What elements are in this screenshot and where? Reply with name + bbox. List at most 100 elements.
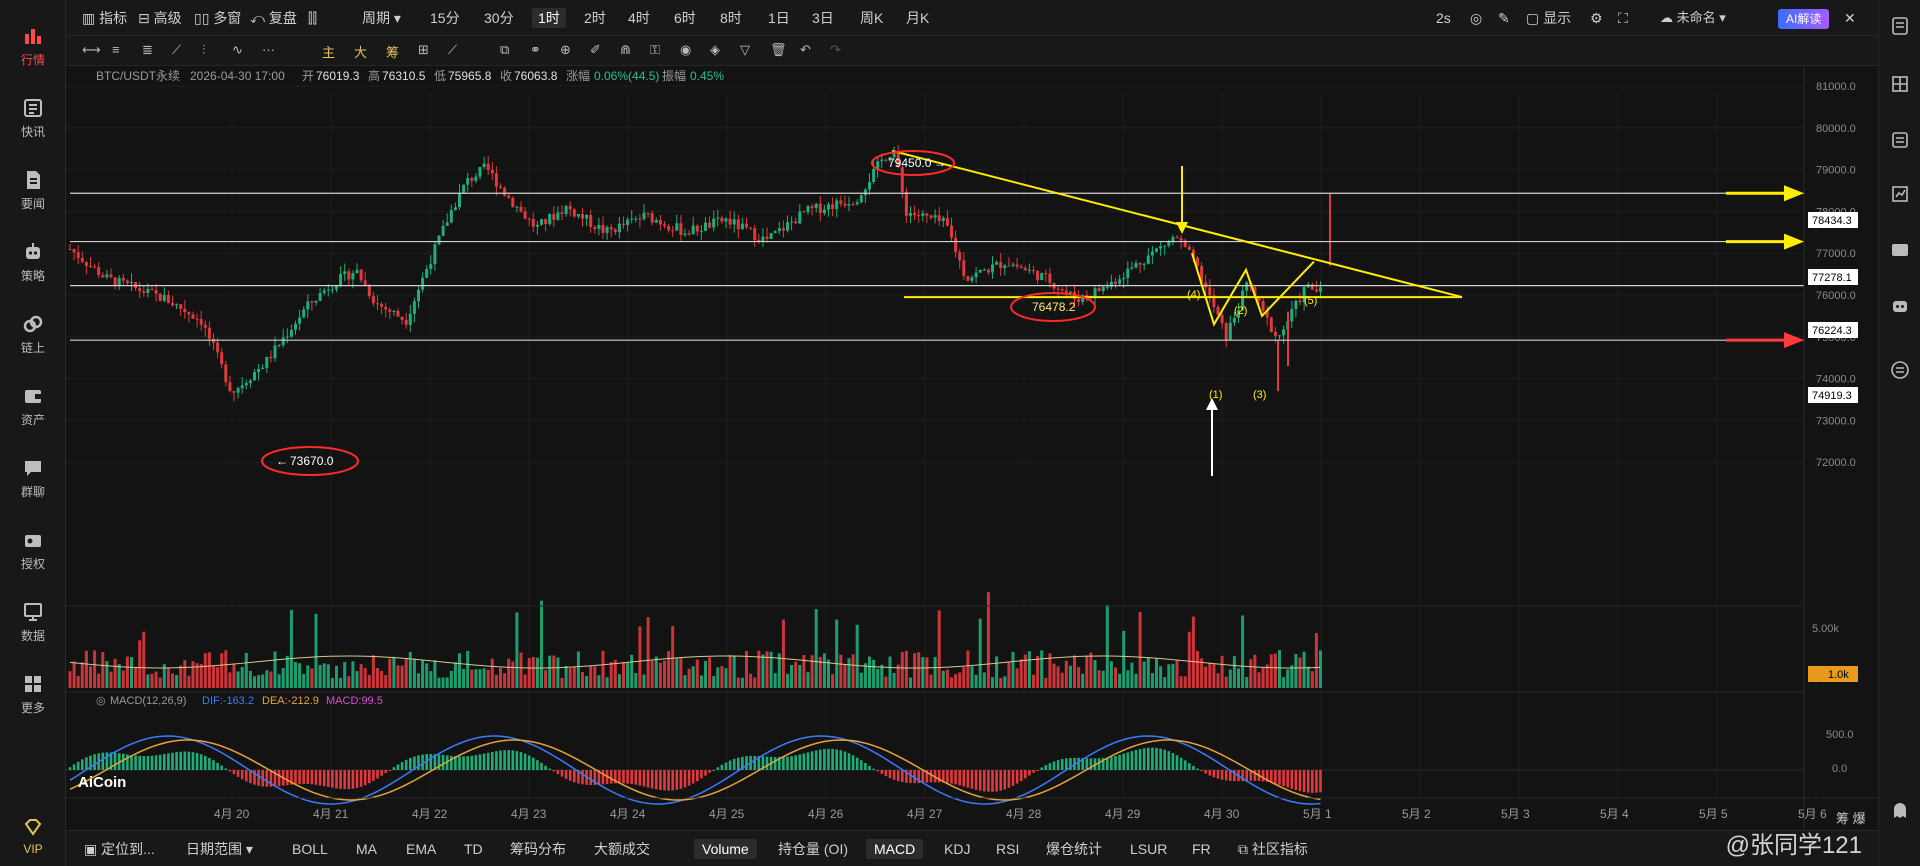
fib-icon[interactable]: ⫶ — [202, 42, 205, 58]
date-axis-label: 5月 2 — [1402, 807, 1431, 821]
layout-dropdown[interactable]: ☁ 未命名 ▾ — [1660, 8, 1726, 28]
list-icon[interactable] — [1890, 130, 1910, 150]
more-tools-icon[interactable]: ··· — [262, 42, 275, 57]
tab-td[interactable]: TD — [464, 839, 483, 859]
sidebar-item-data[interactable]: 数据 — [0, 592, 66, 652]
interval-3d[interactable]: 3日 — [812, 8, 834, 28]
interval-1d[interactable]: 1日 — [768, 8, 790, 28]
chart-icon[interactable] — [1890, 184, 1910, 204]
horizontal-line-icon[interactable]: ⟷ — [82, 42, 101, 58]
period-dropdown[interactable]: 周期 ▾ — [362, 8, 401, 28]
copy-icon[interactable]: ⧉ — [500, 42, 509, 58]
interval-2h[interactable]: 2时 — [584, 8, 606, 28]
interval-8h[interactable]: 8时 — [720, 8, 742, 28]
tab-macd[interactable]: MACD — [866, 839, 924, 859]
candlestick-chart[interactable]: 81000.080000.079000.078000.077000.076000… — [66, 66, 1878, 830]
close-icon[interactable]: ✕ — [1844, 8, 1856, 28]
volume-bar — [105, 661, 109, 688]
tab-boll[interactable]: BOLL — [292, 839, 328, 859]
locate-button[interactable]: ▣ 定位到... — [84, 839, 155, 859]
tab-rsi[interactable]: RSI — [996, 839, 1019, 859]
sidebar-item-groupchat[interactable]: 群聊 — [0, 448, 66, 508]
link-icon[interactable]: ⚭ — [530, 42, 541, 58]
ghost-icon[interactable] — [1890, 800, 1910, 820]
display-button[interactable]: ▢ 显示 — [1526, 8, 1571, 28]
sidebar-item-assets[interactable]: 资产 — [0, 376, 66, 436]
macd-eye-icon[interactable]: ◎ — [96, 695, 106, 707]
tool-main[interactable]: 主 — [322, 42, 335, 61]
advanced-button[interactable]: ⊟ 高级 — [138, 8, 182, 28]
tab-chip-distribution[interactable]: 筹码分布 — [510, 839, 566, 859]
layers-icon[interactable]: ◈ — [710, 42, 720, 58]
volume-bar — [277, 674, 281, 688]
sidebar-item-onchain[interactable]: 链上 — [0, 304, 66, 364]
tab-ma[interactable]: MA — [356, 839, 377, 859]
candle-body — [523, 211, 527, 219]
orderbook-icon[interactable] — [1890, 16, 1910, 36]
trash-icon[interactable]: 🗑 — [770, 42, 787, 58]
transfer-icon[interactable] — [1890, 360, 1910, 380]
sidebar-item-headlines[interactable]: 要闻 — [0, 160, 66, 220]
tool-chips[interactable]: 筹 — [386, 42, 399, 61]
candle-body — [68, 249, 72, 251]
magnet-icon[interactable]: ⋒ — [620, 42, 631, 58]
grid-view-icon[interactable] — [1890, 74, 1910, 94]
etf-icon[interactable] — [1890, 240, 1910, 260]
refresh-rate[interactable]: 2s — [1436, 8, 1451, 28]
sidebar-item-strategy[interactable]: 策略 — [0, 232, 66, 292]
interval-4h[interactable]: 4时 — [628, 8, 650, 28]
sidebar-item-more[interactable]: 更多 — [0, 664, 66, 724]
lock-icon[interactable]: ⚿ — [650, 42, 660, 58]
channel-icon[interactable]: ≣ — [142, 42, 153, 58]
ruler-icon[interactable]: ⟋ — [448, 42, 457, 58]
interval-week[interactable]: 周K — [860, 8, 883, 28]
macd-histogram-bar — [663, 770, 666, 791]
crosshair-icon[interactable]: ⊞ — [418, 42, 429, 58]
ai-analysis-button[interactable]: AI解读 — [1778, 9, 1830, 29]
interval-6h[interactable]: 6时 — [674, 8, 696, 28]
candle-body — [1159, 246, 1163, 249]
brush-icon[interactable]: ✐ — [590, 42, 601, 58]
sidebar-item-authorize[interactable]: 授权 — [0, 520, 66, 580]
interval-15m[interactable]: 15分 — [430, 8, 460, 28]
eye-icon[interactable]: ◉ — [680, 42, 691, 58]
camera-icon[interactable]: ◎ — [1470, 8, 1482, 28]
interval-month[interactable]: 月K — [906, 8, 929, 28]
filter-icon[interactable]: ▽ — [740, 42, 750, 58]
tab-open-interest[interactable]: 持仓量 (OI) — [778, 839, 848, 859]
lines-icon[interactable]: ≡ — [112, 42, 120, 57]
indicators-button[interactable]: ▥ 指标 — [82, 8, 127, 28]
macd-histogram-bar — [327, 770, 330, 787]
tab-volume[interactable]: Volume — [694, 839, 757, 859]
interval-1h[interactable]: 1时 — [532, 8, 566, 28]
wave-icon[interactable]: ∿ — [232, 42, 243, 58]
multi-window-button[interactable]: ▯▯ 多窗 — [194, 8, 241, 28]
tab-large-trades[interactable]: 大额成交 — [594, 839, 650, 859]
redo-icon[interactable]: ↷ — [830, 42, 841, 58]
replay-button[interactable]: ⤺ 复盘 — [250, 8, 297, 28]
date-range-dropdown[interactable]: 日期范围 ▾ — [186, 839, 253, 859]
tab-fr[interactable]: FR — [1192, 839, 1211, 859]
sidebar-item-flash[interactable]: 快讯 — [0, 88, 66, 148]
tool-big[interactable]: 大 — [354, 42, 367, 61]
pencil-icon[interactable]: ✎ — [1498, 8, 1510, 28]
tab-community[interactable]: ⧉ 社区指标 — [1238, 839, 1308, 859]
tab-lsur[interactable]: LSUR — [1130, 839, 1167, 859]
trendline-icon[interactable]: ⟋ — [172, 42, 181, 58]
interval-30m[interactable]: 30分 — [484, 8, 514, 28]
macd-histogram-bar — [642, 770, 646, 787]
tab-kdj[interactable]: KDJ — [944, 839, 970, 859]
candle-body — [970, 277, 974, 281]
tab-liquidation[interactable]: 爆仓统计 — [1046, 839, 1102, 859]
sidebar-item-vip[interactable]: VIP — [0, 808, 66, 864]
bot-icon[interactable] — [1890, 296, 1910, 316]
undo-icon[interactable]: ↶ — [800, 42, 811, 58]
tab-ema[interactable]: EMA — [406, 839, 436, 859]
gear-icon[interactable]: ⚙ — [1590, 8, 1603, 28]
chart-type-icon[interactable]: ⫿⫿ — [308, 8, 317, 28]
candle-body — [638, 218, 642, 220]
zoom-icon[interactable]: ⊕ — [560, 42, 571, 58]
sidebar-item-market[interactable]: 行情 — [0, 16, 66, 76]
fullscreen-icon[interactable]: ⛶ — [1618, 8, 1628, 28]
chart-area[interactable]: 81000.080000.079000.078000.077000.076000… — [66, 66, 1878, 830]
